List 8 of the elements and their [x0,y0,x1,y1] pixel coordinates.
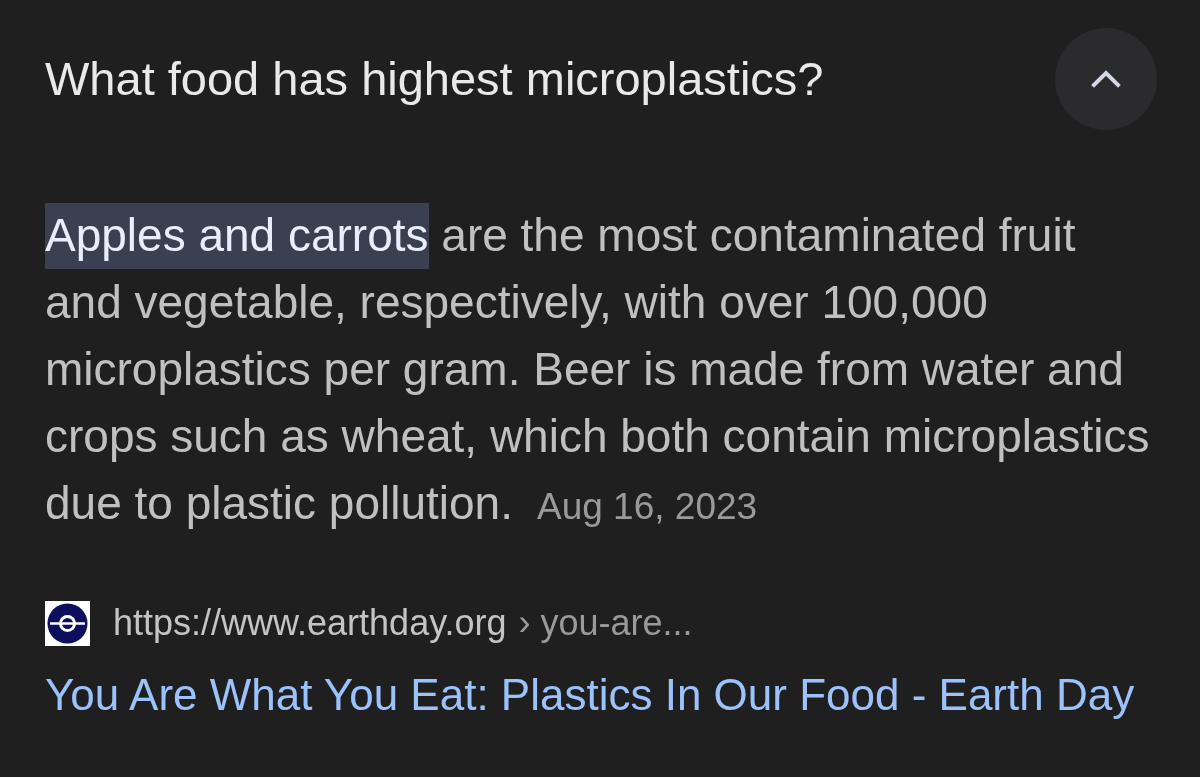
answer-paragraph: Apples and carrots are the most contaminated fruit and vegetable, respectively, with over 100,000 microplastics per gram. Beer is made from water and crops such as wheat, which both contain microplastics due to plastic pollution. Aug 16, 2023 [45,202,1157,540]
chevron-icon [1091,70,1121,88]
result-title-link[interactable]: You Are What You Eat: Plastics In Our Food - Earth Day [45,670,1135,720]
source-path: you-are... [540,602,693,644]
breadcrumb-separator: › [518,602,531,644]
source-url: https://www.earthday.org [113,602,507,644]
circle-logo-icon [45,600,90,646]
question-title: What food has highest microplastics? [45,50,824,107]
